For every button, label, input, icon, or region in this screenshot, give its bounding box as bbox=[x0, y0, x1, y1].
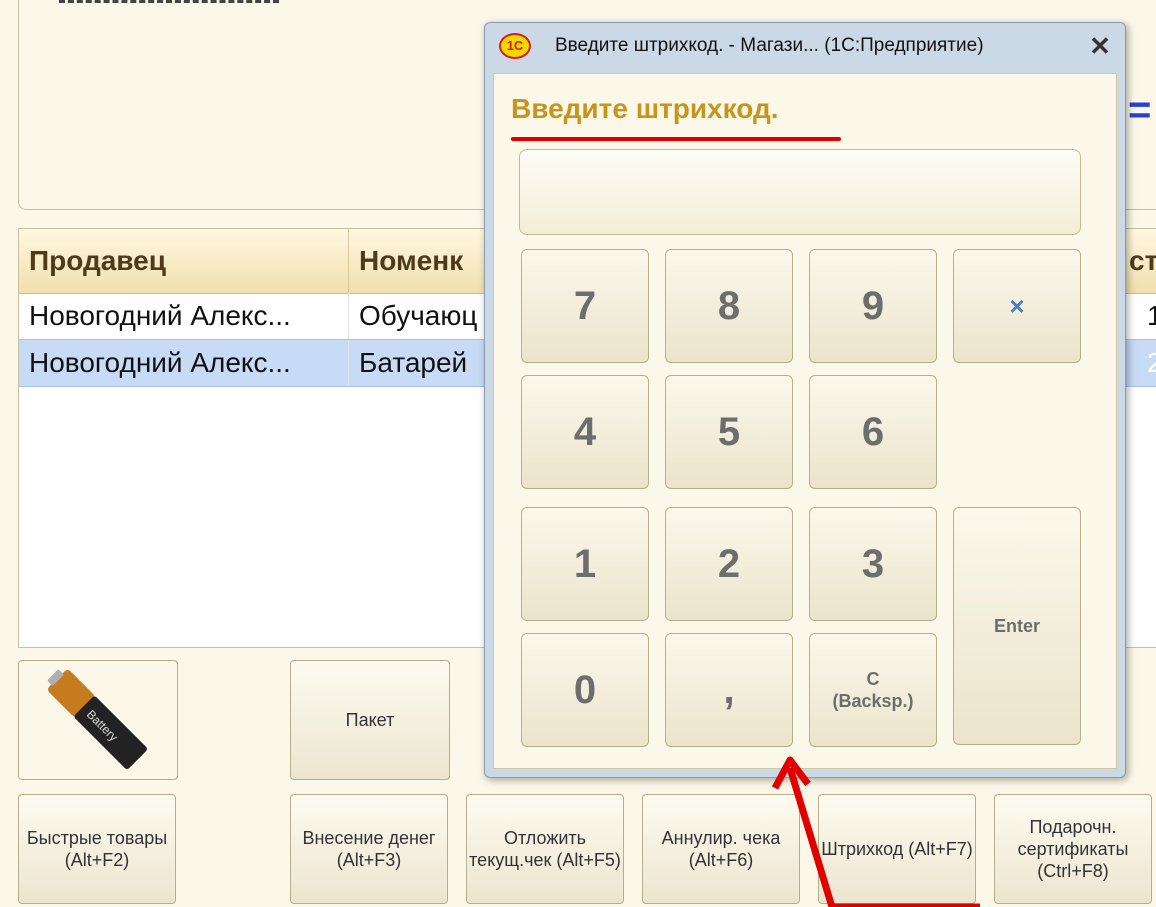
key-9[interactable]: 9 bbox=[809, 249, 937, 363]
cell-seller: Новогодний Алекс... bbox=[19, 340, 349, 386]
heading-red-underline bbox=[511, 137, 841, 141]
cancel-receipt-label: Аннулир. чека (Alt+F6) bbox=[661, 828, 781, 870]
key-comma[interactable]: , bbox=[665, 633, 793, 747]
column-header-seller[interactable]: Продавец bbox=[19, 229, 349, 293]
key-3[interactable]: 3 bbox=[809, 507, 937, 621]
dialog-title-bar[interactable]: 1С Введите штрихкод. - Магази... (1С:Пре… bbox=[485, 23, 1125, 71]
cash-in-button[interactable]: Внесение денег (Alt+F3) bbox=[290, 794, 448, 904]
enter-key[interactable]: Enter bbox=[953, 507, 1081, 745]
quick-items-label: Быстрые товары (Alt+F2) bbox=[26, 828, 168, 870]
cash-in-label: Внесение денег (Alt+F3) bbox=[302, 828, 436, 870]
key-2[interactable]: 2 bbox=[665, 507, 793, 621]
barcode-button[interactable]: Штрихкод (Alt+F7) bbox=[818, 794, 976, 904]
package-button[interactable]: Пакет bbox=[290, 660, 450, 780]
clear-icon[interactable]: × bbox=[953, 249, 1081, 363]
postpone-receipt-label: Отложить текущ.чек (Alt+F5) bbox=[469, 828, 621, 870]
key-1[interactable]: 1 bbox=[521, 507, 649, 621]
cell-extra: 1 bbox=[1137, 293, 1156, 339]
1c-logo-icon: 1С bbox=[499, 33, 531, 59]
dialog-title: Введите штрихкод. - Магази... (1С:Предпр… bbox=[555, 35, 984, 56]
backspace-key[interactable]: C (Backsp.) bbox=[809, 633, 937, 747]
battery-quick-button[interactable]: Battery bbox=[18, 660, 178, 780]
key-5[interactable]: 5 bbox=[665, 375, 793, 489]
battery-icon: Battery bbox=[47, 669, 147, 769]
key-8[interactable]: 8 bbox=[665, 249, 793, 363]
equals-sign-icon: = bbox=[1128, 88, 1152, 132]
barcode-dialog: 1С Введите штрихкод. - Магази... (1С:Пре… bbox=[484, 22, 1126, 778]
postpone-receipt-button[interactable]: Отложить текущ.чек (Alt+F5) bbox=[466, 794, 624, 904]
barcode-input[interactable] bbox=[519, 149, 1081, 235]
cancel-receipt-button[interactable]: Аннулир. чека (Alt+F6) bbox=[642, 794, 800, 904]
key-6[interactable]: 6 bbox=[809, 375, 937, 489]
cell-extra: 2 bbox=[1137, 340, 1156, 386]
dialog-heading: Введите штрихкод. bbox=[511, 93, 779, 124]
close-icon[interactable]: ✕ bbox=[1085, 29, 1115, 63]
quick-items-button[interactable]: Быстрые товары (Alt+F2) bbox=[18, 794, 176, 904]
panel-divider bbox=[59, 0, 279, 6]
gift-certificates-label: Подарочн. сертификаты (Ctrl+F8) bbox=[1017, 817, 1129, 881]
gift-certificates-button[interactable]: Подарочн. сертификаты (Ctrl+F8) bbox=[994, 794, 1152, 904]
key-0[interactable]: 0 bbox=[521, 633, 649, 747]
barcode-button-label: Штрихкод (Alt+F7) bbox=[821, 839, 973, 859]
key-4[interactable]: 4 bbox=[521, 375, 649, 489]
cell-seller: Новогодний Алекс... bbox=[19, 293, 349, 339]
package-button-label: Пакет bbox=[345, 710, 395, 730]
key-7[interactable]: 7 bbox=[521, 249, 649, 363]
